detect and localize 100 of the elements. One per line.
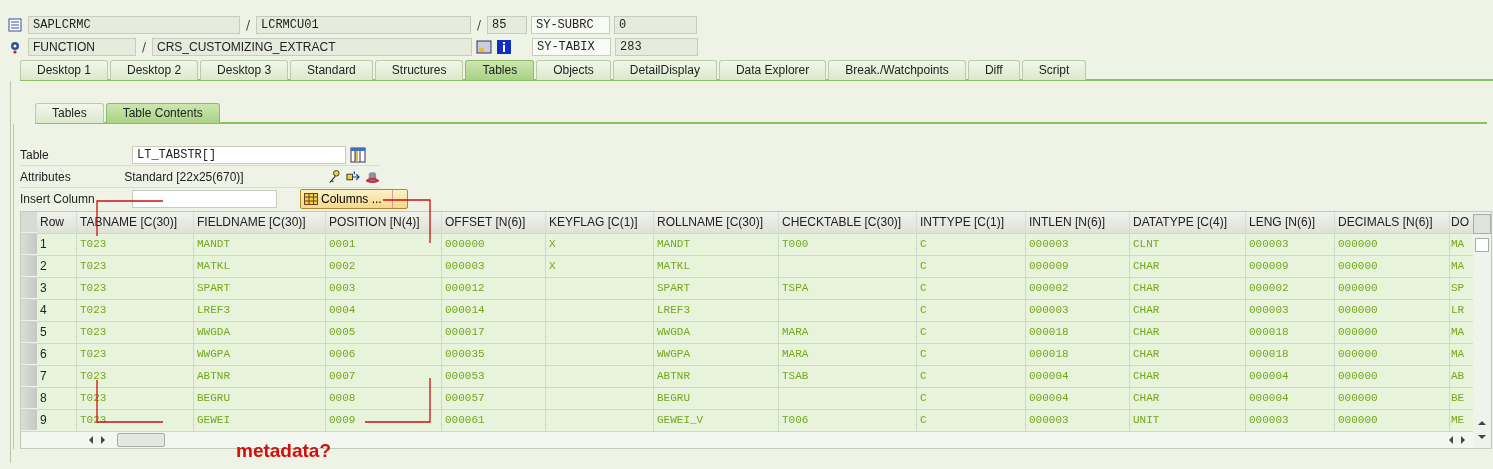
columns-button[interactable]: Columns ... [300, 188, 408, 209]
table-cell: 000003 [1246, 234, 1335, 255]
table-cell: GEWEI [194, 410, 326, 431]
table-cell: 000014 [442, 300, 546, 321]
table-cell: 000002 [1026, 278, 1130, 299]
key-icon[interactable] [327, 168, 343, 185]
column-settings-button[interactable] [1473, 214, 1491, 234]
event-type-field[interactable]: FUNCTION [28, 37, 136, 56]
tab[interactable]: Break./Watchpoints [828, 60, 966, 80]
table-cell-text: MA [1450, 325, 1466, 340]
info-icon[interactable] [496, 38, 512, 55]
table-cell: 000003 [1246, 410, 1335, 431]
table-cell: MANDT [194, 234, 326, 255]
tab[interactable]: Data Explorer [718, 60, 827, 80]
table-cell: WWGDA [194, 322, 326, 343]
table-cell-text: MA [1450, 347, 1466, 362]
table-cell: X [546, 256, 654, 277]
table-cell: T023 [77, 322, 194, 343]
table-cell: C [917, 234, 1026, 255]
table-cell: X [546, 234, 654, 255]
table-label: Table [20, 147, 50, 162]
table-cell: 000009 [1026, 256, 1130, 277]
program-field[interactable]: SAPLCRMC [28, 15, 240, 34]
column-header: KEYFLAG [C(1)] [546, 212, 654, 233]
column-header: Row [37, 212, 77, 233]
event-name-field[interactable]: CRS_CUSTOMIZING_EXTRACT [152, 37, 472, 56]
scrollbar-thumb[interactable] [117, 433, 165, 447]
sy-subrc-field[interactable]: 0 [614, 15, 697, 34]
table-cell: TSPA [779, 278, 917, 299]
include-field[interactable]: LCRMCU01 [256, 15, 471, 34]
table-cell: 000003 [1026, 234, 1130, 255]
table-cell: CHAR [1130, 366, 1246, 387]
separator: / [244, 17, 251, 32]
column-header: DECIMALS [N(6)] [1335, 212, 1450, 233]
table-cell: 000000 [1335, 278, 1450, 299]
table-cell: 000002 [1246, 278, 1335, 299]
tab[interactable]: Standard [290, 60, 373, 80]
separator: / [475, 17, 482, 32]
row-number: 2 [37, 256, 77, 277]
table-cell: 0003 [326, 278, 442, 299]
table-cell: 000012 [442, 278, 546, 299]
tab[interactable]: Structures [374, 60, 464, 80]
table-name-field[interactable]: LT_TABSTR[] [132, 145, 346, 164]
table-cell: 0005 [326, 322, 442, 343]
scrollbar-thumb[interactable] [1475, 238, 1489, 252]
row-number: 5 [37, 322, 77, 343]
tab[interactable]: Table Contents [105, 103, 220, 123]
table-cell: T006 [779, 410, 917, 431]
table-icon[interactable] [350, 146, 366, 163]
gear-icon [8, 39, 22, 54]
table-cell: 000035 [442, 344, 546, 365]
tab[interactable]: Tables [35, 103, 104, 123]
table-cell: MANDT [654, 234, 779, 255]
tab[interactable]: DetailDisplay [612, 60, 717, 80]
grid-icon [304, 192, 318, 205]
table-cell: CHAR [1130, 256, 1246, 277]
table-cell: 0002 [326, 256, 442, 277]
table-cell: GEWEI_V [654, 410, 779, 431]
table-cell-text: ME [1450, 413, 1466, 428]
tab[interactable]: Script [1021, 60, 1087, 80]
sy-tabix-field[interactable]: 283 [615, 37, 698, 56]
column-header: DATATYPE [C(4)] [1130, 212, 1246, 233]
table-cell: WWGPA [654, 344, 779, 365]
table-cell-text: LR [1450, 303, 1466, 318]
table-cell: 000000 [1335, 410, 1450, 431]
attributes-label: Attributes [20, 169, 72, 184]
table-cell: CHAR [1130, 300, 1246, 321]
table-cell: LREF3 [654, 300, 779, 321]
tab[interactable]: Desktop 3 [200, 60, 289, 80]
table-cell: C [917, 256, 1026, 277]
insert-column-field[interactable] [132, 189, 277, 208]
row-number: 9 [37, 410, 77, 431]
table-cell: 000000 [1335, 256, 1450, 277]
table-cell-text: SP [1450, 281, 1466, 296]
column-header: FIELDNAME [C(30)] [194, 212, 326, 233]
table-cell: MATKL [654, 256, 779, 277]
tab[interactable]: Desktop 2 [110, 60, 199, 80]
table-cell: C [917, 344, 1026, 365]
table-cell: UNIT [1130, 410, 1246, 431]
table-cell: 000018 [1026, 344, 1130, 365]
tab[interactable]: Diff [967, 60, 1020, 80]
table-cell: 0007 [326, 366, 442, 387]
table-cell: ABTNR [194, 366, 326, 387]
table-cell: 000000 [1335, 388, 1450, 409]
table-cell: CHAR [1130, 278, 1246, 299]
table-cell: 000018 [1246, 344, 1335, 365]
table-cell: TSAB [779, 366, 917, 387]
row-number: 1 [37, 234, 77, 255]
table-cell: 000057 [442, 388, 546, 409]
insert-column-label: Insert Column [20, 191, 96, 206]
tab[interactable]: Desktop 1 [20, 60, 109, 80]
table-cell: 000004 [1026, 366, 1130, 387]
table-cell: T000 [779, 234, 917, 255]
tab[interactable]: Tables [465, 60, 535, 80]
table-cell: C [917, 388, 1026, 409]
row-number: 8 [37, 388, 77, 409]
row-number: 7 [37, 366, 77, 387]
line-field[interactable]: 85 [487, 15, 527, 34]
table-cell: 000000 [1335, 300, 1450, 321]
tab[interactable]: Objects [536, 60, 611, 80]
